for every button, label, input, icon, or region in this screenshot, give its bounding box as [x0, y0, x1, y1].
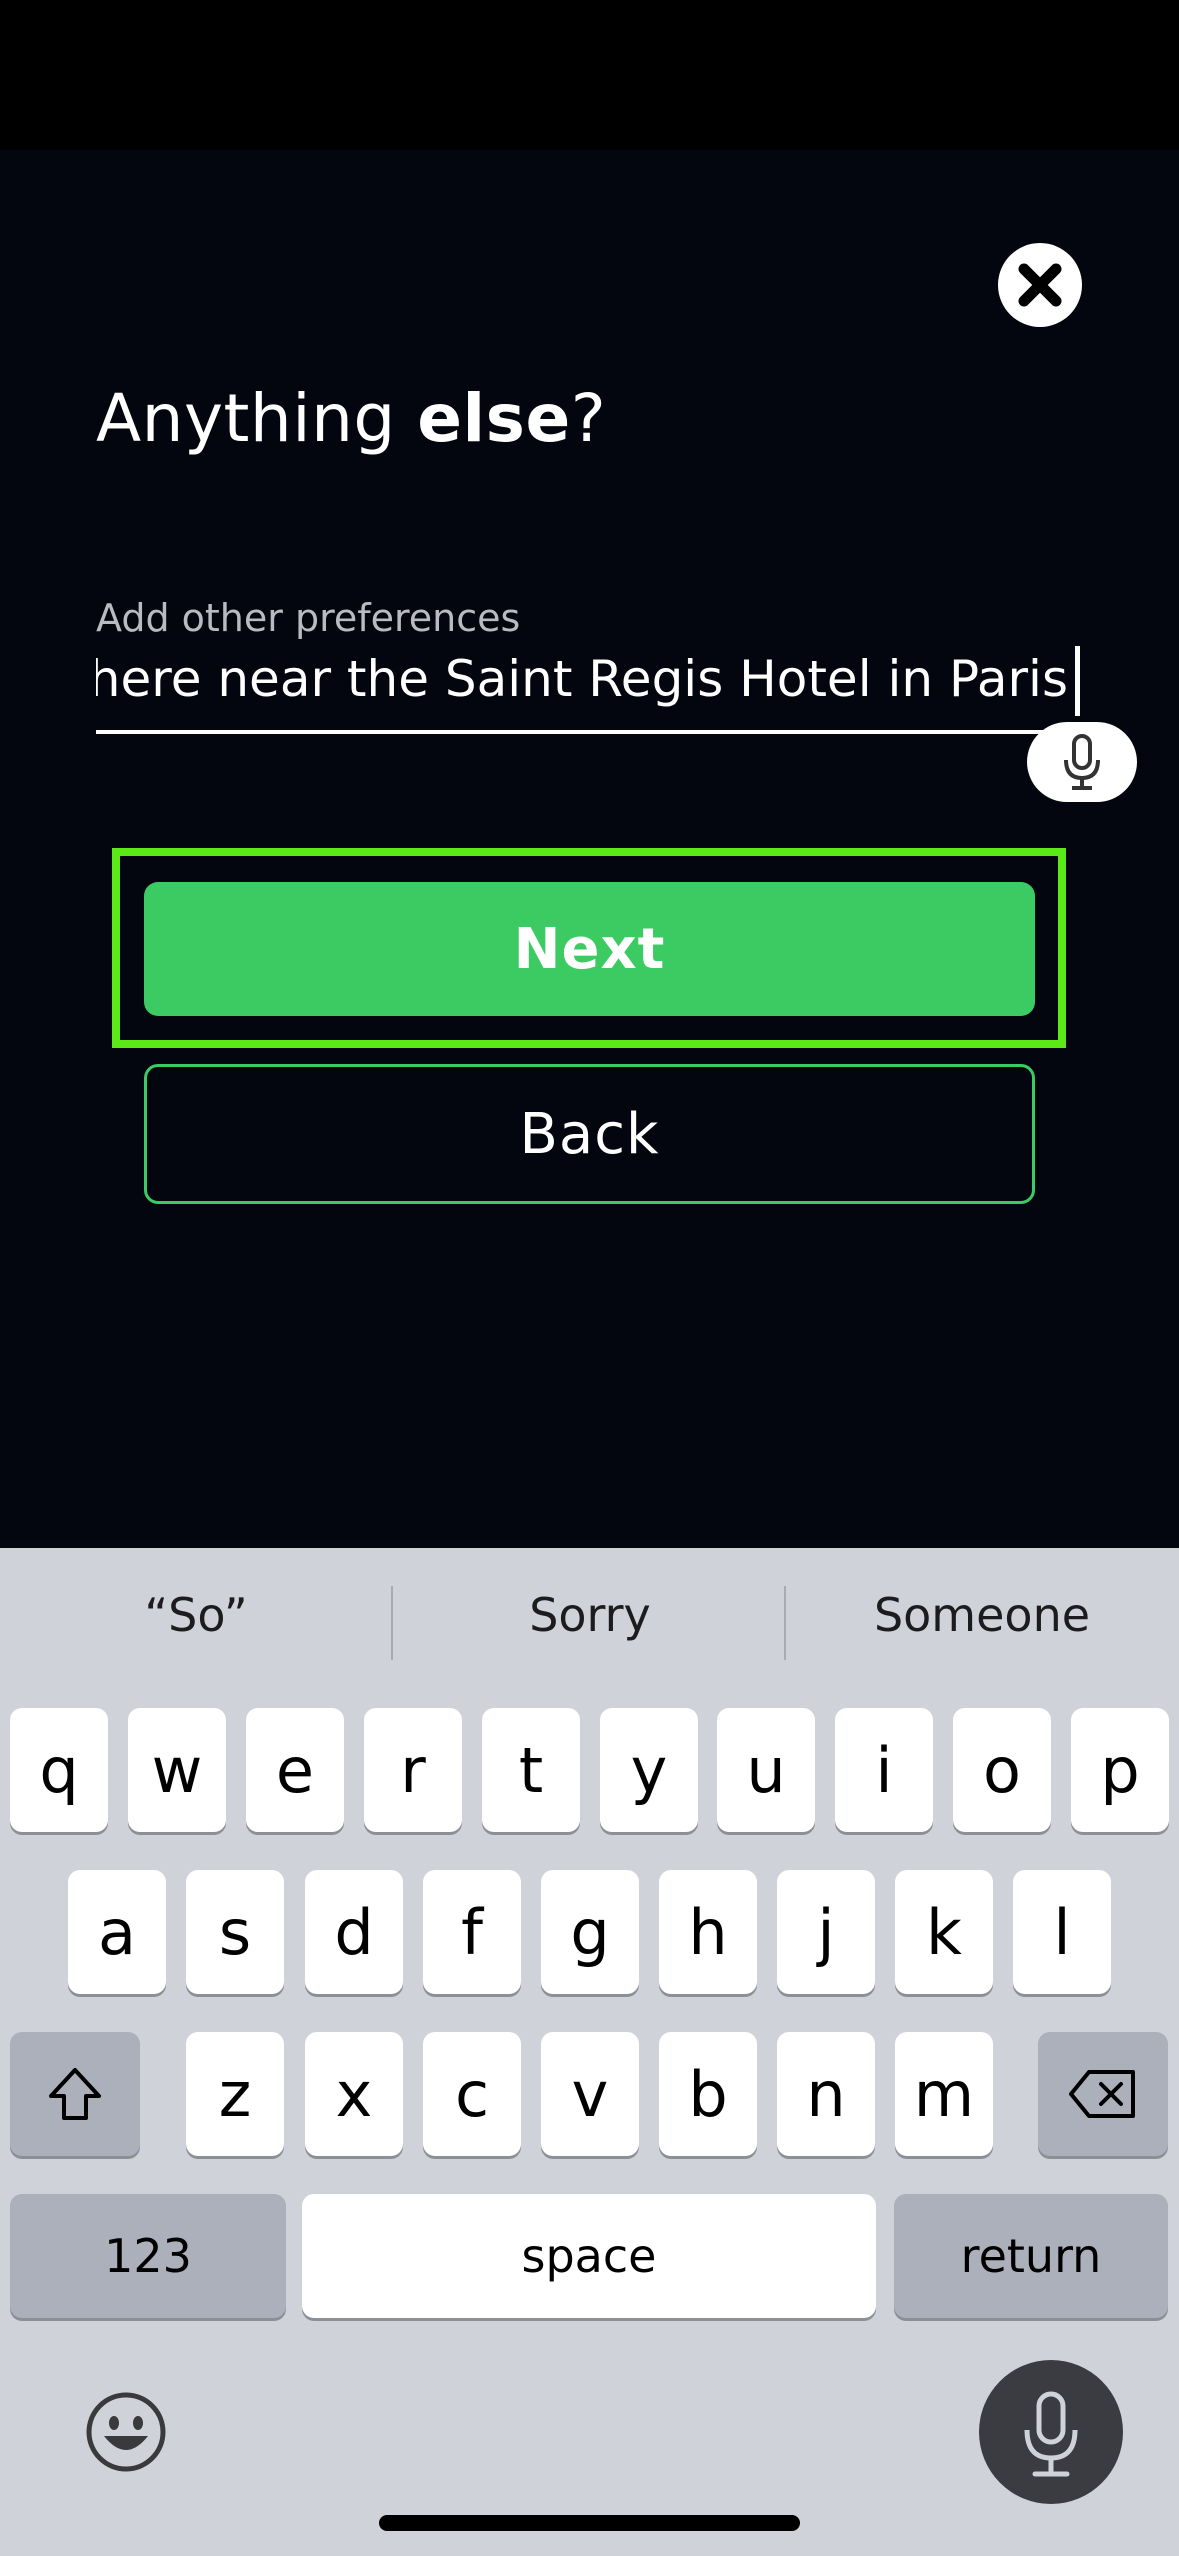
text-caret — [1075, 646, 1080, 716]
suggestion-item[interactable]: Sorry — [400, 1588, 780, 1642]
close-button[interactable] — [998, 243, 1082, 327]
key-b[interactable]: b — [659, 2032, 757, 2156]
page-title: Anything else? — [96, 380, 607, 457]
key-f[interactable]: f — [423, 1870, 521, 1994]
key-j[interactable]: j — [777, 1870, 875, 1994]
home-indicator[interactable] — [379, 2515, 800, 2531]
key-o[interactable]: o — [953, 1708, 1051, 1832]
return-key[interactable]: return — [894, 2194, 1168, 2318]
key-e[interactable]: e — [246, 1708, 344, 1832]
microphone-icon — [1064, 734, 1100, 790]
key-y[interactable]: y — [600, 1708, 698, 1832]
key-a[interactable]: a — [68, 1870, 166, 1994]
key-g[interactable]: g — [541, 1870, 639, 1994]
keyboard: “So” Sorry Someone q w e r t y u i o p a… — [0, 1548, 1179, 2556]
shift-key[interactable] — [10, 2032, 140, 2156]
key-q[interactable]: q — [10, 1708, 108, 1832]
status-bar — [0, 0, 1179, 150]
suggestion-item[interactable]: “So” — [6, 1588, 386, 1642]
key-t[interactable]: t — [482, 1708, 580, 1832]
key-h[interactable]: h — [659, 1870, 757, 1994]
key-s[interactable]: s — [186, 1870, 284, 1994]
space-key[interactable]: space — [302, 2194, 876, 2318]
key-l[interactable]: l — [1013, 1870, 1111, 1994]
key-p[interactable]: p — [1071, 1708, 1169, 1832]
preferences-label: Add other preferences — [96, 596, 521, 640]
suggestion-divider — [391, 1586, 393, 1660]
suggestion-item[interactable]: Someone — [792, 1588, 1172, 1642]
key-z[interactable]: z — [186, 2032, 284, 2156]
key-u[interactable]: u — [717, 1708, 815, 1832]
suggestion-bar: “So” Sorry Someone — [0, 1548, 1179, 1702]
emoji-button[interactable] — [84, 2390, 168, 2478]
emoji-icon — [86, 2392, 166, 2472]
key-c[interactable]: c — [423, 2032, 521, 2156]
key-k[interactable]: k — [895, 1870, 993, 1994]
delete-key[interactable] — [1038, 2032, 1168, 2156]
voice-input-button[interactable] — [1027, 722, 1137, 802]
key-w[interactable]: w — [128, 1708, 226, 1832]
key-v[interactable]: v — [541, 2032, 639, 2156]
dictation-button[interactable] — [979, 2360, 1123, 2504]
next-button[interactable]: Next — [144, 882, 1035, 1016]
key-n[interactable]: n — [777, 2032, 875, 2156]
key-m[interactable]: m — [895, 2032, 993, 2156]
numbers-key[interactable]: 123 — [10, 2194, 286, 2318]
key-d[interactable]: d — [305, 1870, 403, 1994]
back-button[interactable]: Back — [144, 1064, 1035, 1204]
suggestion-divider — [784, 1586, 786, 1660]
key-x[interactable]: x — [305, 2032, 403, 2156]
screen: Anything else? Add other preferences whe… — [0, 0, 1179, 2556]
close-icon — [1018, 263, 1062, 307]
preferences-input[interactable]: where near the Saint Regis Hotel in Pari… — [96, 638, 1084, 734]
preferences-input-value: where near the Saint Regis Hotel in Pari… — [96, 650, 1068, 708]
delete-icon — [1069, 2070, 1135, 2118]
shift-icon — [49, 2068, 101, 2120]
key-i[interactable]: i — [835, 1708, 933, 1832]
dictation-mic-icon — [1024, 2391, 1078, 2477]
key-r[interactable]: r — [364, 1708, 462, 1832]
